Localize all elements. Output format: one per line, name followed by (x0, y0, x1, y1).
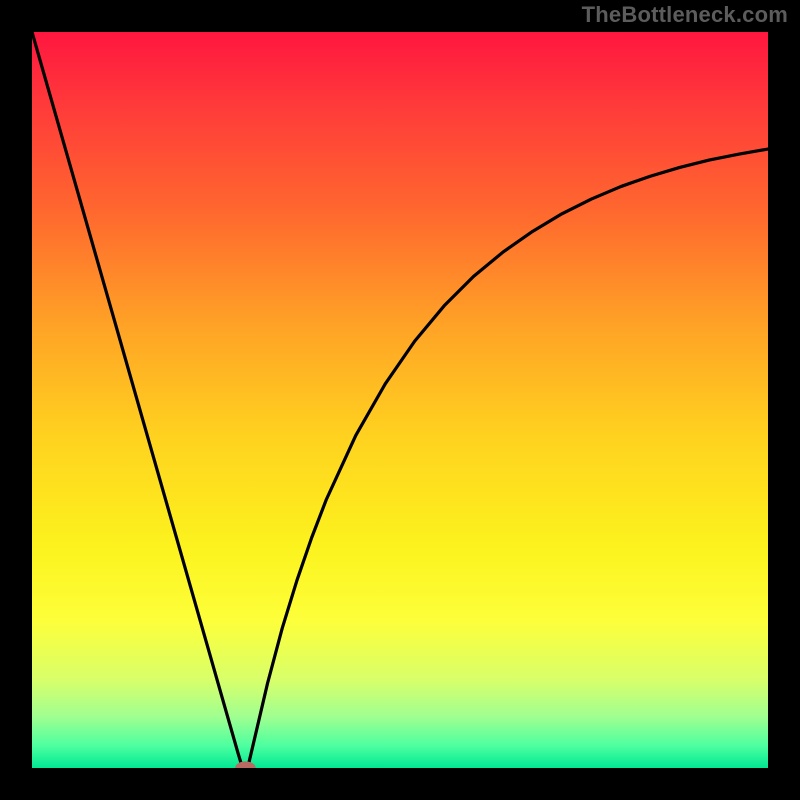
plot-background (32, 32, 768, 768)
chart-frame: TheBottleneck.com (0, 0, 800, 800)
watermark-text: TheBottleneck.com (582, 2, 788, 28)
bottleneck-chart (32, 32, 768, 768)
